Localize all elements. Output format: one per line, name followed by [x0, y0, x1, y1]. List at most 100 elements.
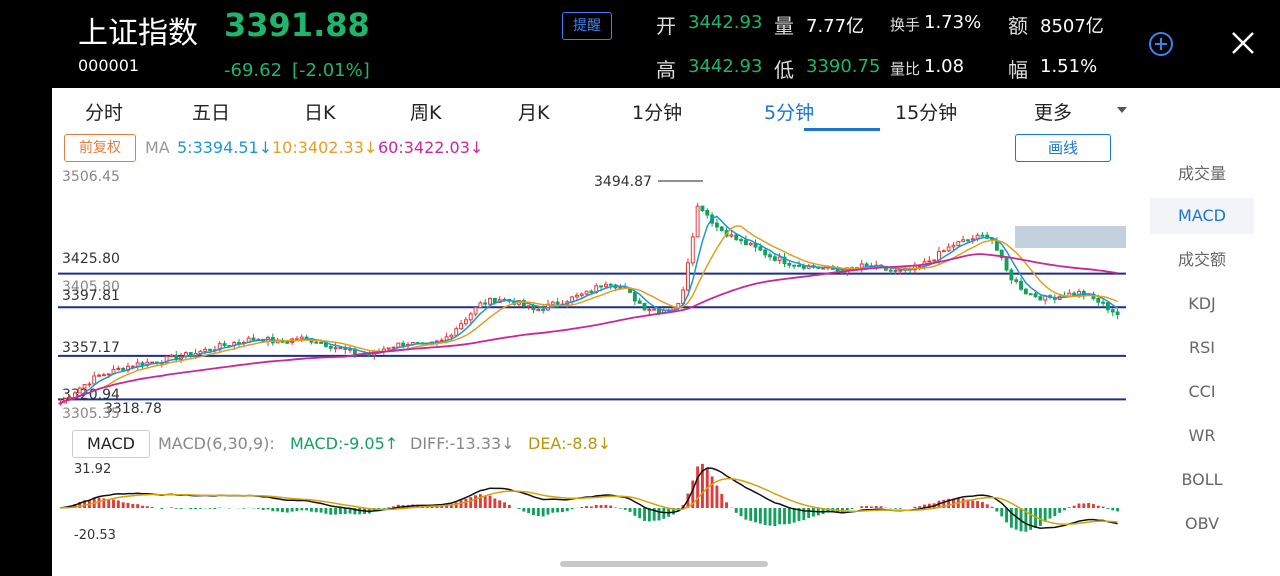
candle-body [463, 319, 468, 325]
candle-body [101, 374, 106, 377]
candle-body [608, 283, 613, 286]
candle-body [787, 262, 792, 266]
candle-body [401, 342, 406, 347]
candle-body [82, 384, 87, 389]
candle-body [797, 264, 801, 267]
candle-body [391, 346, 396, 349]
candle-body [589, 290, 594, 294]
candle-body [106, 373, 111, 376]
candle-body [1014, 279, 1019, 282]
candle-body [92, 375, 97, 385]
candle-body [473, 306, 478, 315]
candle-body [526, 305, 531, 308]
candle-body [208, 348, 213, 351]
candle-body [970, 238, 975, 241]
candle-body [739, 239, 744, 242]
candle-body [956, 241, 961, 246]
candle-body [251, 337, 256, 341]
candle-body [1096, 297, 1101, 303]
candle-body [599, 285, 604, 288]
candle-body [536, 308, 541, 311]
candle-body [135, 362, 140, 367]
candle-body [1038, 296, 1043, 301]
candle-body [777, 256, 782, 261]
candle-body [941, 250, 946, 253]
candle-body [603, 283, 608, 288]
candle-body [768, 254, 772, 258]
candle-body [299, 336, 304, 340]
candle-body [333, 347, 338, 350]
candle-body [632, 291, 637, 302]
candle-body [449, 334, 454, 338]
candle-body [729, 234, 734, 237]
candle-body [965, 239, 970, 242]
candle-body [77, 387, 82, 394]
candle-body [705, 210, 710, 216]
candle-body [763, 249, 768, 256]
candle-body [1110, 309, 1115, 313]
candle-body [1004, 257, 1009, 271]
candle-body [686, 262, 690, 291]
candle-body [367, 353, 372, 356]
ma60-line [60, 253, 1118, 404]
highlight-box [1015, 226, 1126, 248]
candle-body [980, 234, 985, 237]
candle-body [719, 226, 724, 232]
candle-body [652, 308, 657, 311]
candle-body [203, 348, 208, 352]
candle-body [714, 222, 719, 228]
candle-body [946, 246, 951, 252]
candle-body [574, 294, 579, 298]
candle-body [97, 374, 101, 377]
candle-body [758, 246, 763, 251]
candle-body [396, 342, 401, 348]
candle-body [488, 297, 492, 305]
candle-body [700, 205, 705, 212]
candle-body [927, 260, 932, 263]
candle-body [285, 341, 290, 344]
candle-body [743, 239, 748, 246]
candle-body [748, 242, 753, 246]
candle-body [541, 308, 546, 311]
candle-body [1115, 311, 1120, 316]
candle-body [1019, 280, 1023, 290]
candle-body [792, 264, 797, 267]
candle-body [893, 269, 898, 272]
candle-body [459, 323, 464, 330]
candle-body [1072, 292, 1077, 296]
candle-body [338, 347, 343, 350]
candle-body [961, 239, 966, 243]
candle-body [1009, 269, 1014, 281]
candle-body [304, 336, 309, 339]
candle-body [695, 205, 700, 238]
candle-body [734, 234, 739, 241]
candle-body [328, 345, 333, 349]
candle-body [386, 347, 391, 350]
home-indicator [560, 561, 768, 567]
candle-body [492, 297, 497, 304]
candle-body [1023, 288, 1028, 295]
ma10-line [60, 225, 1118, 404]
candle-body [140, 362, 145, 366]
candle-body [951, 244, 956, 248]
candle-body [637, 300, 642, 304]
candle-body [468, 313, 473, 321]
candle-body [478, 302, 483, 308]
candle-body [1105, 302, 1110, 311]
candle-body [454, 328, 459, 336]
candle-body [169, 354, 174, 357]
candle-body [87, 383, 92, 386]
candle-body [1101, 301, 1106, 304]
candle-body [864, 263, 869, 267]
candlestick-chart[interactable] [0, 0, 1280, 576]
candle-body [116, 367, 121, 370]
candle-body [690, 236, 695, 264]
candle-body [647, 308, 652, 311]
candle-body [888, 269, 893, 272]
candle-body [584, 290, 589, 295]
candle-body [121, 367, 126, 371]
candle-body [222, 343, 227, 347]
candle-body [314, 341, 319, 344]
candle-body [550, 301, 555, 305]
candle-body [483, 302, 488, 305]
